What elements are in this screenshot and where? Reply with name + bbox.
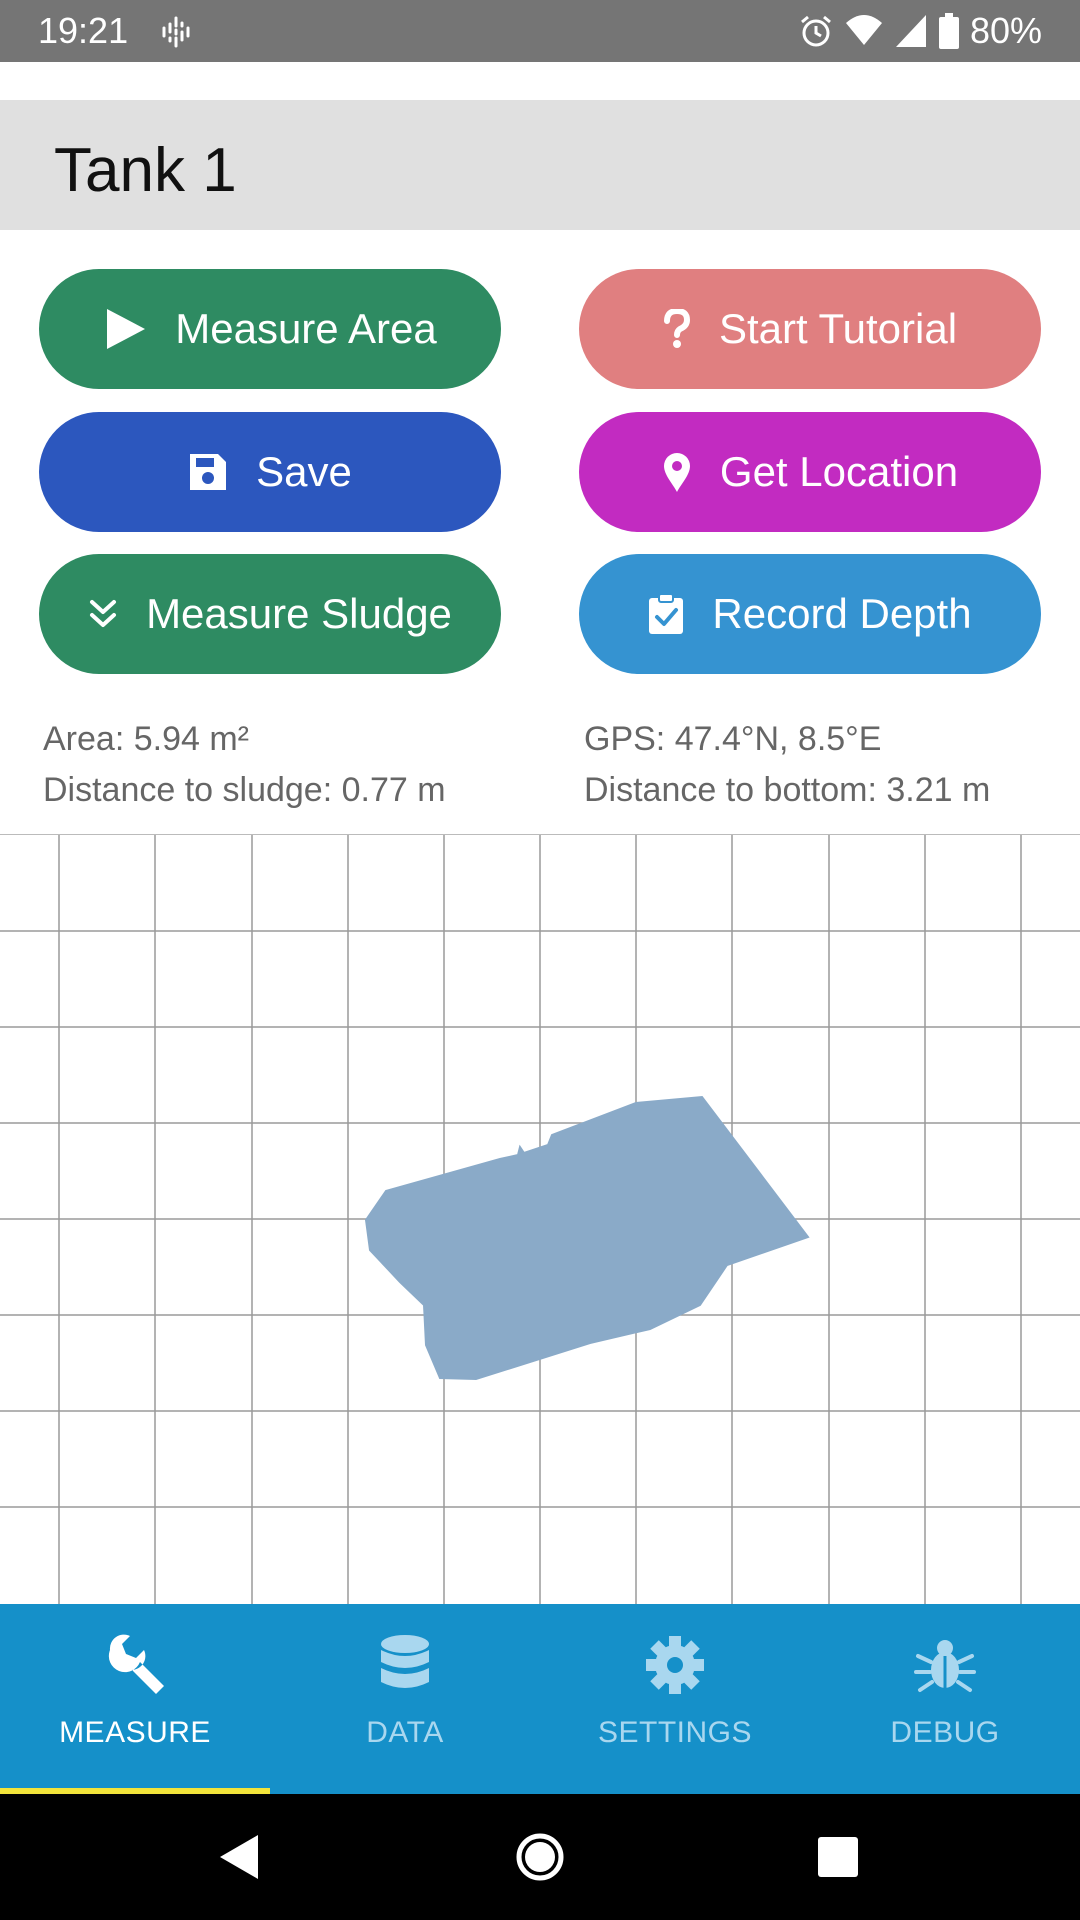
tab-data-label: DATA	[366, 1716, 444, 1749]
save-label: Save	[256, 448, 352, 495]
battery-percent: 80%	[969, 10, 1042, 51]
signal-icon	[895, 15, 926, 47]
measurement-info-left: Area: 5.94 m² Distance to sludge: 0.77 m	[43, 714, 446, 816]
tab-debug-label: DEBUG	[890, 1716, 1000, 1749]
gear-icon	[646, 1636, 704, 1694]
home-icon[interactable]	[510, 1827, 570, 1887]
page-title: Tank 1	[54, 136, 237, 205]
question-icon	[663, 309, 690, 348]
podcast-icon	[162, 16, 190, 48]
get-location-label: Get Location	[719, 448, 959, 495]
distance-bottom-value: Distance to bottom: 3.21 m	[584, 771, 991, 809]
record-depth-label: Record Depth	[712, 590, 972, 637]
battery-icon	[938, 13, 959, 49]
gps-value: GPS: 47.4°N, 8.5°E	[584, 720, 882, 758]
measure-area-label: Measure Area	[175, 305, 437, 352]
measure-sludge-label: Measure Sludge	[146, 590, 452, 637]
title-bar: Tank 1	[0, 100, 1080, 230]
tab-settings-label: SETTINGS	[597, 1716, 752, 1749]
wrench-icon	[108, 1634, 164, 1694]
save-button[interactable]: Save	[39, 412, 501, 532]
measure-area-button[interactable]: Measure Area	[39, 269, 501, 389]
tab-measure-label: MEASURE	[59, 1716, 211, 1749]
area-value: Area: 5.94 m²	[43, 720, 249, 758]
measured-area-shape	[364, 1095, 810, 1381]
tab-settings[interactable]: SETTINGS	[540, 1604, 810, 1794]
measurement-info-right: GPS: 47.4°N, 8.5°E Distance to bottom: 3…	[584, 714, 990, 816]
bug-icon	[914, 1640, 976, 1692]
tab-debug[interactable]: DEBUG	[810, 1604, 1080, 1794]
measure-sludge-button[interactable]: Measure Sludge	[39, 554, 501, 674]
alarm-icon	[800, 15, 831, 47]
map-pin-icon	[663, 453, 690, 492]
status-icons: 80%	[798, 10, 1042, 52]
play-icon	[107, 309, 146, 349]
back-icon[interactable]	[210, 1827, 270, 1887]
start-tutorial-label: Start Tutorial	[718, 305, 958, 352]
floppy-disk-icon	[190, 454, 227, 490]
tab-measure[interactable]: MEASURE	[0, 1604, 270, 1794]
database-icon	[381, 1635, 429, 1688]
measurement-grid	[0, 835, 1080, 1605]
area-canvas[interactable]	[0, 834, 1080, 1605]
tab-data[interactable]: DATA	[270, 1604, 540, 1794]
clipboard-check-icon	[649, 593, 684, 634]
status-bar: 19:21 80%	[0, 0, 1080, 62]
system-navigation-bar	[0, 1794, 1080, 1920]
start-tutorial-button[interactable]: Start Tutorial	[579, 269, 1041, 389]
distance-sludge-value: Distance to sludge: 0.77 m	[43, 771, 446, 809]
status-time: 19:21	[38, 10, 129, 51]
bottom-navigation: MEASURE DATA SETTINGS DEBUG	[0, 1604, 1080, 1794]
wifi-icon	[845, 15, 882, 45]
record-depth-button[interactable]: Record Depth	[579, 554, 1041, 674]
double-chevron-down-icon	[90, 600, 117, 627]
recents-icon[interactable]	[808, 1827, 868, 1887]
get-location-button[interactable]: Get Location	[579, 412, 1041, 532]
